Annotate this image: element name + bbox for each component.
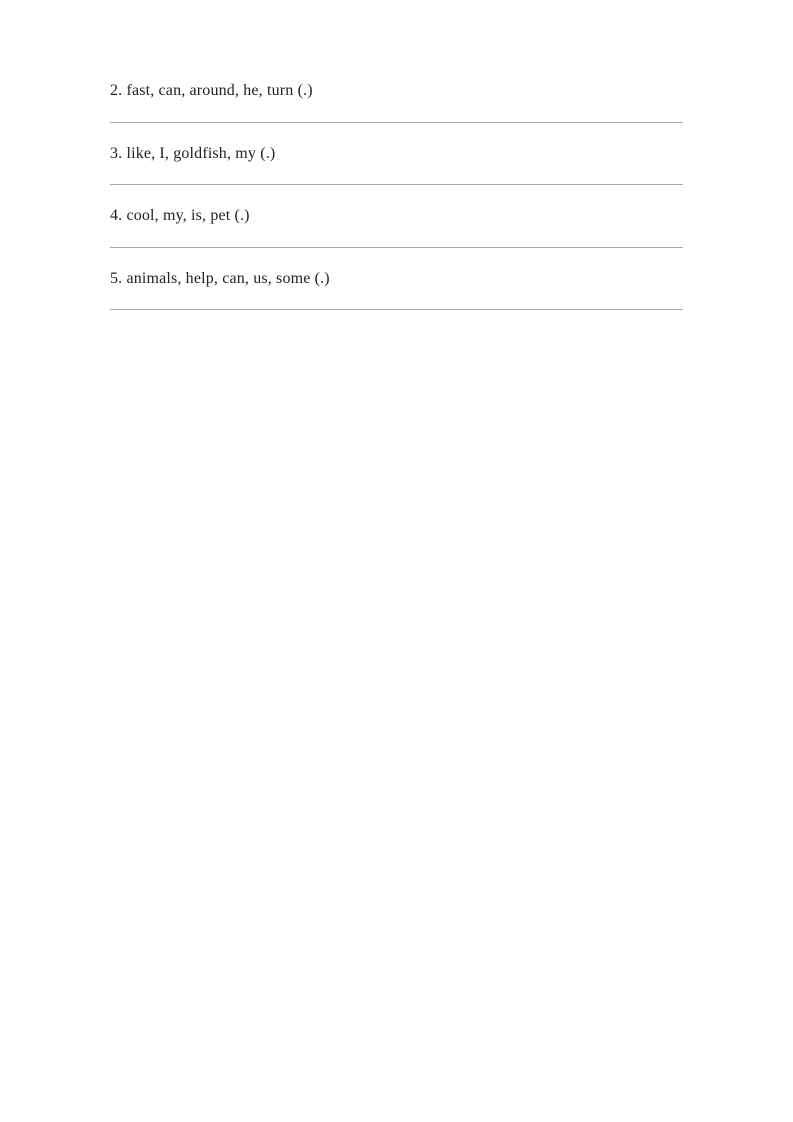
exercise-item-2: 3. like, I, goldfish, my (.) (110, 123, 683, 185)
divider-4 (110, 309, 683, 310)
page: 2. fast, can, around, he, turn (.) 3. lik… (0, 0, 793, 1122)
exercise-text-1: 2. fast, can, around, he, turn (.) (110, 78, 683, 104)
exercise-text-3: 4. cool, my, is, pet (.) (110, 203, 683, 229)
exercise-text-2: 3. like, I, goldfish, my (.) (110, 141, 683, 167)
exercise-text-4: 5. animals, help, can, us, some (.) (110, 266, 683, 292)
exercise-item-1: 2. fast, can, around, he, turn (.) (110, 60, 683, 122)
exercise-item-4: 5. animals, help, can, us, some (.) (110, 248, 683, 310)
exercise-list: 2. fast, can, around, he, turn (.) 3. lik… (110, 60, 683, 310)
exercise-item-3: 4. cool, my, is, pet (.) (110, 185, 683, 247)
